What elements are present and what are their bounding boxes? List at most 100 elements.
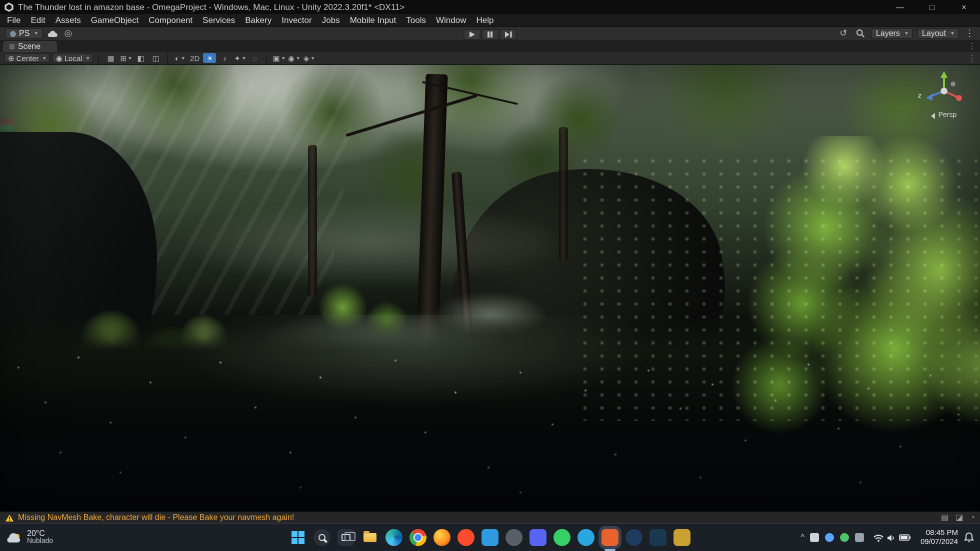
quick-settings-button[interactable]: [870, 532, 914, 544]
taskbar-telegram-button[interactable]: [577, 529, 595, 546]
cloud-button[interactable]: [46, 30, 59, 38]
taskbar-opera-button[interactable]: [457, 529, 475, 546]
menu-item-mobile-input[interactable]: Mobile Input: [345, 14, 401, 26]
folder-icon: [363, 531, 377, 542]
snap-rotate-toggle[interactable]: ◫: [149, 53, 162, 63]
status-progress-icon[interactable]: ◔: [970, 513, 975, 522]
clock-date: 09/07/2024: [920, 536, 958, 546]
tray-onedrive-icon[interactable]: [810, 533, 820, 542]
tab-scene[interactable]: ⊞ Scene: [3, 41, 57, 52]
layers-dropdown[interactable]: Layers: [870, 28, 913, 39]
snap-settings-button[interactable]: ⊞: [119, 53, 132, 63]
undo-history-button[interactable]: ↺: [837, 28, 850, 39]
scene-lighting-toggle[interactable]: ☀: [203, 53, 217, 63]
camera-icon: ◉: [288, 53, 295, 63]
taskbar-clock[interactable]: 08:45 PM 09/07/2024: [920, 528, 958, 546]
tray-security-icon[interactable]: [825, 533, 835, 542]
menu-bar: File Edit Assets GameObject Component Se…: [0, 14, 980, 27]
menu-item-window[interactable]: Window: [431, 14, 471, 26]
scene-water-sparkles: [0, 342, 1, 343]
gizmos-dropdown[interactable]: ◈: [302, 53, 315, 63]
taskbar-firefox-button[interactable]: [433, 529, 451, 546]
services-button[interactable]: ◎: [62, 28, 75, 39]
hidden-objects-toggle[interactable]: ◌: [248, 53, 261, 63]
taskbar-weather-widget[interactable]: 20°C Nublado: [6, 524, 53, 551]
scene-audio-toggle[interactable]: ♪: [218, 53, 231, 63]
close-button[interactable]: ×: [948, 0, 980, 14]
toolbar-right-group: ↺ Layers Layout ⋮: [837, 28, 980, 39]
menu-item-gameobject[interactable]: GameObject: [86, 14, 144, 26]
tab-options-button[interactable]: ⋮: [968, 42, 976, 51]
taskbar-discord-button[interactable]: [529, 529, 547, 546]
notification-bell-icon[interactable]: [964, 532, 974, 543]
toolbar-separator: [266, 53, 268, 63]
history-icon: ↺: [839, 28, 848, 38]
scene-orientation-gizmo[interactable]: z Persp: [916, 69, 972, 119]
taskbar-start-button[interactable]: [290, 529, 307, 546]
search-icon: [318, 534, 326, 541]
minimize-button[interactable]: —: [884, 0, 916, 14]
window-titlebar[interactable]: The Thunder lost in amazon base - OmegaP…: [0, 0, 980, 14]
services-icon: ◎: [64, 28, 73, 38]
pause-button[interactable]: [481, 28, 499, 40]
audio-icon: ♪: [222, 53, 227, 63]
menu-item-services[interactable]: Services: [198, 14, 241, 26]
overlays-dropdown[interactable]: ▣: [272, 53, 285, 63]
menu-item-help[interactable]: Help: [471, 14, 498, 26]
maximize-button[interactable]: □: [916, 0, 948, 14]
status-cache-icon[interactable]: ◪: [956, 513, 964, 522]
menu-item-component[interactable]: Component: [144, 14, 198, 26]
menu-item-invector[interactable]: Invector: [277, 14, 317, 26]
taskbar-search-button[interactable]: [313, 529, 331, 546]
window-title: The Thunder lost in amazon base - OmegaP…: [18, 2, 405, 12]
taskbar-steam-button[interactable]: [625, 529, 643, 546]
play-button[interactable]: [463, 28, 481, 40]
menu-item-jobs[interactable]: Jobs: [317, 14, 345, 26]
axis-gizmo[interactable]: z: [916, 69, 972, 114]
taskbar-unity-button[interactable]: [601, 529, 619, 551]
taskbar-file-explorer-button[interactable]: [362, 529, 379, 546]
status-bar[interactable]: Missing NavMesh Bake, character will die…: [0, 511, 980, 523]
step-icon: [504, 31, 512, 37]
tray-update-icon[interactable]: [855, 533, 865, 542]
effects-dropdown[interactable]: ✦: [233, 53, 246, 63]
windows-taskbar: 20°C Nublado ^ 08:45 PM 09/07/2024: [0, 523, 980, 551]
status-console-icon[interactable]: ▤: [941, 513, 949, 522]
taskbar-whatsapp-button[interactable]: [553, 529, 571, 546]
menu-item-tools[interactable]: Tools: [401, 14, 431, 26]
warning-icon: [5, 514, 14, 521]
taskbar-obs-button[interactable]: [505, 529, 523, 546]
taskbar-edge-button[interactable]: [385, 529, 403, 546]
tool-handle-position-dropdown[interactable]: ⊕ Center: [4, 53, 50, 63]
menu-item-file[interactable]: File: [2, 14, 26, 26]
layout-dropdown[interactable]: Layout: [916, 28, 959, 39]
version-control-button[interactable]: PS: [5, 28, 43, 39]
task-view-icon: [341, 532, 356, 541]
cloudy-weather-icon: [7, 532, 21, 543]
wifi-icon: [874, 534, 884, 542]
step-button[interactable]: [499, 28, 517, 40]
grid-visibility-toggle[interactable]: ▦: [104, 53, 117, 63]
scene-toolbar-menu-button[interactable]: ⋮: [968, 54, 976, 63]
editor-search-button[interactable]: [854, 29, 867, 38]
menu-item-bakery[interactable]: Bakery: [240, 14, 276, 26]
menu-item-edit[interactable]: Edit: [26, 14, 51, 26]
draw-mode-icon: ◐: [175, 53, 180, 63]
snap-move-toggle[interactable]: ◧: [134, 53, 147, 63]
toolbar-menu-button[interactable]: ⋮: [963, 28, 976, 39]
draw-mode-dropdown[interactable]: ◐: [173, 53, 186, 63]
scene-viewport[interactable]: z Persp: [0, 65, 980, 511]
hidden-icons-chevron[interactable]: ^: [801, 533, 805, 542]
weather-text: 20°C Nublado: [27, 529, 53, 546]
2d-view-toggle[interactable]: 2D: [188, 53, 201, 63]
taskbar-chrome-button[interactable]: [409, 529, 427, 546]
taskbar-epic-games-button[interactable]: [673, 529, 691, 546]
menu-item-assets[interactable]: Assets: [50, 14, 86, 26]
taskbar-task-view-button[interactable]: [337, 529, 356, 546]
tray-gpu-icon[interactable]: [840, 533, 850, 542]
taskbar-vscode-button[interactable]: [481, 529, 499, 546]
gizmos-icon: ◈: [303, 53, 310, 63]
tool-handle-rotation-dropdown[interactable]: ◉ Local: [51, 53, 94, 63]
taskbar-photoshop-button[interactable]: [649, 529, 667, 546]
camera-settings-dropdown[interactable]: ◉: [287, 53, 300, 63]
